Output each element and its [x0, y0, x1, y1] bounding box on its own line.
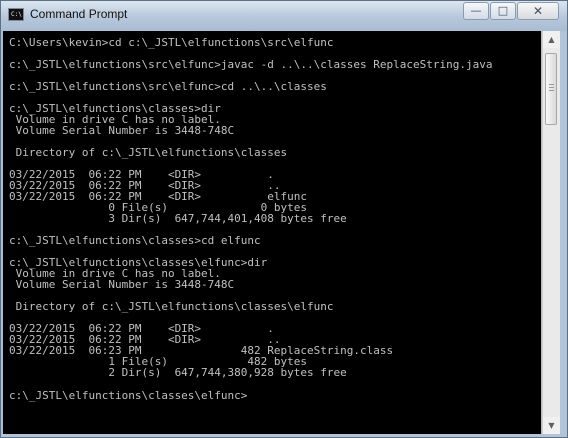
vertical-scrollbar[interactable]: ▲ ▼ [542, 31, 560, 434]
command-prompt-window: C:\ Command Prompt — □ ✕ C:\Users\kevin>… [0, 0, 568, 438]
window-controls: — □ ✕ [463, 2, 559, 20]
thumb-grip-line [549, 87, 554, 88]
scrollbar-thumb[interactable] [545, 53, 557, 125]
minimize-button[interactable]: — [463, 2, 489, 20]
window-title: Command Prompt [30, 7, 128, 21]
maximize-button[interactable]: □ [490, 2, 516, 20]
close-button[interactable]: ✕ [517, 2, 559, 20]
console-icon[interactable]: C:\ [8, 8, 24, 21]
console-output[interactable]: C:\Users\kevin>cd c:\_JSTL\elfunctions\s… [3, 31, 541, 401]
console-output-area[interactable]: C:\Users\kevin>cd c:\_JSTL\elfunctions\s… [3, 31, 541, 434]
title-bar[interactable]: C:\ Command Prompt — □ ✕ [1, 1, 567, 30]
arrow-down-icon[interactable]: ▼ [543, 417, 560, 434]
thumb-grip-line [549, 90, 554, 91]
arrow-up-icon[interactable]: ▲ [543, 31, 560, 48]
window-right-frame [560, 31, 567, 436]
thumb-grip-line [549, 84, 554, 85]
window-bottom-frame [1, 434, 567, 437]
